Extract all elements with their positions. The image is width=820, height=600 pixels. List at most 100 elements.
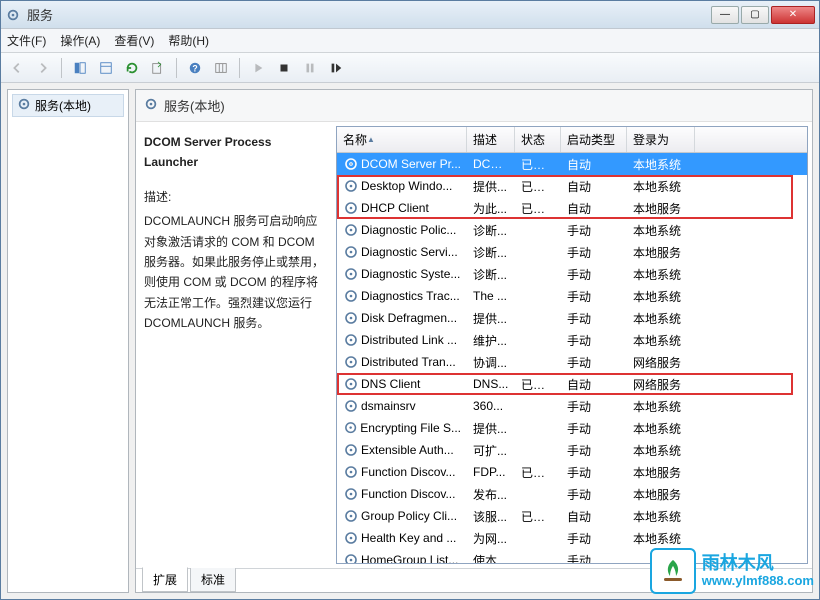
columns-button[interactable] (209, 56, 233, 80)
service-icon (343, 552, 359, 563)
service-desc: DNS... (467, 377, 515, 391)
service-type: 手动 (561, 464, 627, 481)
gear-icon (17, 97, 31, 114)
service-logon: 本地系统 (627, 508, 695, 525)
service-logon: 本地服务 (627, 464, 695, 481)
service-desc: 诊断... (467, 222, 515, 239)
service-logon: 本地系统 (627, 310, 695, 327)
grid-rows[interactable]: DCOM Server Pr...DCO...已启动自动本地系统Desktop … (337, 153, 807, 563)
col-logon[interactable]: 登录为 (627, 127, 695, 152)
table-row[interactable]: Health Key and ...为网...手动本地系统 (337, 527, 807, 549)
details-body: DCOM Server Process Launcher 描述: DCOMLAU… (136, 122, 812, 568)
col-name[interactable]: 名称 ▲ (337, 127, 467, 152)
table-row[interactable]: HomeGroup List...使本...手动 (337, 549, 807, 563)
show-hide-tree-button[interactable] (68, 56, 92, 80)
service-name: Desktop Windo... (361, 179, 452, 193)
services-window: 服务 — ▢ ✕ 文件(F) 操作(A) 查看(V) 帮助(H) ? (0, 0, 820, 600)
menu-action[interactable]: 操作(A) (60, 32, 100, 49)
refresh-button[interactable] (120, 56, 144, 80)
table-row[interactable]: Function Discov...发布...手动本地服务 (337, 483, 807, 505)
details-pane: 服务(本地) DCOM Server Process Launcher 描述: … (135, 89, 813, 593)
service-logon: 网络服务 (627, 354, 695, 371)
service-logon: 本地系统 (627, 266, 695, 283)
tab-standard[interactable]: 标准 (190, 568, 236, 592)
service-type: 手动 (561, 222, 627, 239)
table-row[interactable]: DNS ClientDNS...已启动自动网络服务 (337, 373, 807, 395)
service-type: 手动 (561, 530, 627, 547)
service-icon (343, 354, 359, 370)
service-desc: DCO... (467, 157, 515, 171)
table-row[interactable]: Function Discov... FDP...已启动手动本地服务 (337, 461, 807, 483)
col-type[interactable]: 启动类型 (561, 127, 627, 152)
service-desc: 协调... (467, 354, 515, 371)
service-type: 手动 (561, 420, 627, 437)
toolbar-separator (61, 58, 62, 78)
col-status[interactable]: 状态 (515, 127, 561, 152)
service-desc: 为此... (467, 200, 515, 217)
service-desc: FDP... (467, 465, 515, 479)
service-icon (343, 376, 359, 392)
service-desc: 可扩... (467, 442, 515, 459)
grid-header: 名称 ▲ 描述 状态 启动类型 登录为 (337, 127, 807, 153)
service-logon: 本地系统 (627, 222, 695, 239)
col-desc[interactable]: 描述 (467, 127, 515, 152)
help-button[interactable]: ? (183, 56, 207, 80)
table-row[interactable]: Distributed Link ...维护...手动本地系统 (337, 329, 807, 351)
export-button[interactable] (146, 56, 170, 80)
service-icon (343, 266, 359, 282)
service-status: 已启动 (515, 156, 561, 173)
service-logon: 本地系统 (627, 178, 695, 195)
service-logon: 本地系统 (627, 442, 695, 459)
toolbar-separator (176, 58, 177, 78)
service-icon (343, 464, 359, 480)
table-row[interactable]: Group Policy Cli...该服...已启动自动本地系统 (337, 505, 807, 527)
minimize-button[interactable]: — (711, 6, 739, 24)
table-row[interactable]: Diagnostics Trac...The ...手动本地系统 (337, 285, 807, 307)
service-icon (343, 486, 359, 502)
service-desc: 360... (467, 399, 515, 413)
table-row[interactable]: Diagnostic Servi...诊断...手动本地服务 (337, 241, 807, 263)
service-name: Health Key and ... (361, 531, 456, 545)
table-row[interactable]: Distributed Tran...协调...手动网络服务 (337, 351, 807, 373)
service-icon (343, 222, 359, 238)
stop-service-button[interactable] (272, 56, 296, 80)
table-row[interactable]: Extensible Auth...可扩...手动本地系统 (337, 439, 807, 461)
table-row[interactable]: DCOM Server Pr...DCO...已启动自动本地系统 (337, 153, 807, 175)
service-icon (343, 200, 359, 216)
description-text: DCOMLAUNCH 服务可启动响应对象激活请求的 COM 和 DCOM 服务器… (144, 211, 324, 333)
table-row[interactable]: Encrypting File S...提供...手动本地系统 (337, 417, 807, 439)
maximize-button[interactable]: ▢ (741, 6, 769, 24)
pause-service-button (298, 56, 322, 80)
service-desc: 该服... (467, 508, 515, 525)
service-icon (343, 178, 359, 194)
table-row[interactable]: dsmainsrv360...手动本地系统 (337, 395, 807, 417)
table-row[interactable]: Diagnostic Polic...诊断...手动本地系统 (337, 219, 807, 241)
details-header-text: 服务(本地) (164, 96, 225, 115)
properties-button[interactable] (94, 56, 118, 80)
service-logon: 本地系统 (627, 420, 695, 437)
menu-view[interactable]: 查看(V) (114, 32, 154, 49)
table-row[interactable]: DHCP Client为此...已启动自动本地服务 (337, 197, 807, 219)
service-type: 手动 (561, 398, 627, 415)
restart-service-button[interactable] (324, 56, 348, 80)
menu-help[interactable]: 帮助(H) (168, 32, 209, 49)
service-name: Function Discov... (361, 465, 455, 479)
table-row[interactable]: Desktop Windo...提供...已启动自动本地系统 (337, 175, 807, 197)
menu-file[interactable]: 文件(F) (7, 32, 46, 49)
tree-node-services-local[interactable]: 服务(本地) (12, 94, 124, 117)
service-status: 已启动 (515, 464, 561, 481)
service-icon (343, 442, 359, 458)
service-icon (343, 244, 359, 260)
table-row[interactable]: Disk Defragmen...提供...手动本地系统 (337, 307, 807, 329)
tab-extended[interactable]: 扩展 (142, 567, 188, 592)
service-logon: 本地系统 (627, 156, 695, 173)
service-logon: 本地系统 (627, 332, 695, 349)
back-button (5, 56, 29, 80)
service-name: DNS Client (361, 377, 420, 391)
service-logon: 本地系统 (627, 398, 695, 415)
close-button[interactable]: ✕ (771, 6, 815, 24)
table-row[interactable]: Diagnostic Syste...诊断...手动本地系统 (337, 263, 807, 285)
titlebar: 服务 — ▢ ✕ (1, 1, 819, 29)
service-type: 手动 (561, 442, 627, 459)
service-name: Disk Defragmen... (361, 311, 457, 325)
